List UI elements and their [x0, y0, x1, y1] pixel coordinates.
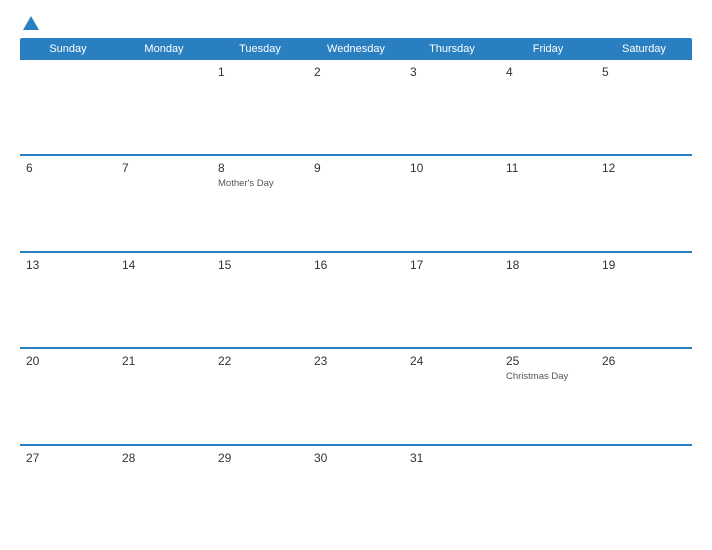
day-number: 22 [218, 354, 302, 368]
day-header-wednesday: Wednesday [308, 38, 404, 60]
logo-triangle-icon [23, 16, 39, 30]
day-cell: 30 [308, 446, 404, 540]
day-cell: 4 [500, 60, 596, 154]
day-cell: 5 [596, 60, 692, 154]
day-cell: 19 [596, 253, 692, 347]
day-cell: 10 [404, 156, 500, 250]
day-number: 29 [218, 451, 302, 465]
day-cell: 18 [500, 253, 596, 347]
day-number: 30 [314, 451, 398, 465]
day-number: 18 [506, 258, 590, 272]
week-row-1: 678 Mother's Day 9 10 11 12 [20, 156, 692, 252]
day-headers-row: SundayMondayTuesdayWednesdayThursdayFrid… [20, 38, 692, 60]
day-cell: 1 [212, 60, 308, 154]
day-number: 8 [218, 161, 302, 175]
week-row-0: 12345 [20, 60, 692, 156]
header [20, 18, 692, 30]
day-number: 2 [314, 65, 398, 79]
day-cell: 24 [404, 349, 500, 443]
day-cell: 11 [500, 156, 596, 250]
day-number: 1 [218, 65, 302, 79]
day-cell [596, 446, 692, 540]
day-number: 6 [26, 161, 110, 175]
day-cell: 15 [212, 253, 308, 347]
day-number: 24 [410, 354, 494, 368]
day-cell: 25 Christmas Day [500, 349, 596, 443]
day-number: 20 [26, 354, 110, 368]
day-cell: 14 [116, 253, 212, 347]
day-number: 28 [122, 451, 206, 465]
day-cell: 6 [20, 156, 116, 250]
day-number: 12 [602, 161, 686, 175]
day-cell: 16 [308, 253, 404, 347]
day-cell: 17 [404, 253, 500, 347]
day-cell: 3 [404, 60, 500, 154]
day-number: 27 [26, 451, 110, 465]
holiday-name: Mother's Day [218, 178, 302, 190]
day-header-saturday: Saturday [596, 38, 692, 60]
day-cell: 9 [308, 156, 404, 250]
day-number: 11 [506, 161, 590, 175]
week-row-3: 20 21 22 23 24 25 Christmas Day 26 [20, 349, 692, 445]
logo [20, 18, 39, 30]
day-number: 19 [602, 258, 686, 272]
day-number: 3 [410, 65, 494, 79]
day-number: 16 [314, 258, 398, 272]
day-cell [116, 60, 212, 154]
day-number: 10 [410, 161, 494, 175]
day-cell: 7 [116, 156, 212, 250]
day-header-monday: Monday [116, 38, 212, 60]
day-header-friday: Friday [500, 38, 596, 60]
day-header-thursday: Thursday [404, 38, 500, 60]
day-number: 26 [602, 354, 686, 368]
day-number: 21 [122, 354, 206, 368]
week-row-2: 13 14 15 16 17 18 19 [20, 253, 692, 349]
calendar: SundayMondayTuesdayWednesdayThursdayFrid… [20, 38, 692, 540]
day-number: 31 [410, 451, 494, 465]
calendar-page: SundayMondayTuesdayWednesdayThursdayFrid… [0, 0, 712, 550]
day-cell [500, 446, 596, 540]
day-cell: 27 [20, 446, 116, 540]
day-cell: 26 [596, 349, 692, 443]
day-cell: 8 Mother's Day [212, 156, 308, 250]
day-number: 15 [218, 258, 302, 272]
holiday-name: Christmas Day [506, 371, 590, 383]
day-number: 17 [410, 258, 494, 272]
day-cell: 2 [308, 60, 404, 154]
day-header-tuesday: Tuesday [212, 38, 308, 60]
day-number: 14 [122, 258, 206, 272]
day-cell [20, 60, 116, 154]
day-cell: 31 [404, 446, 500, 540]
day-number: 4 [506, 65, 590, 79]
day-cell: 29 [212, 446, 308, 540]
day-number: 25 [506, 354, 590, 368]
weeks-container: 12345678Mother's Day91011121314151617181… [20, 60, 692, 540]
day-number: 23 [314, 354, 398, 368]
day-number: 5 [602, 65, 686, 79]
day-number: 13 [26, 258, 110, 272]
day-cell: 21 [116, 349, 212, 443]
day-cell: 20 [20, 349, 116, 443]
day-header-sunday: Sunday [20, 38, 116, 60]
day-number: 7 [122, 161, 206, 175]
day-cell: 12 [596, 156, 692, 250]
day-cell: 13 [20, 253, 116, 347]
week-row-4: 27 28 29 30 31 [20, 446, 692, 540]
day-cell: 22 [212, 349, 308, 443]
day-number: 9 [314, 161, 398, 175]
day-cell: 23 [308, 349, 404, 443]
day-cell: 28 [116, 446, 212, 540]
